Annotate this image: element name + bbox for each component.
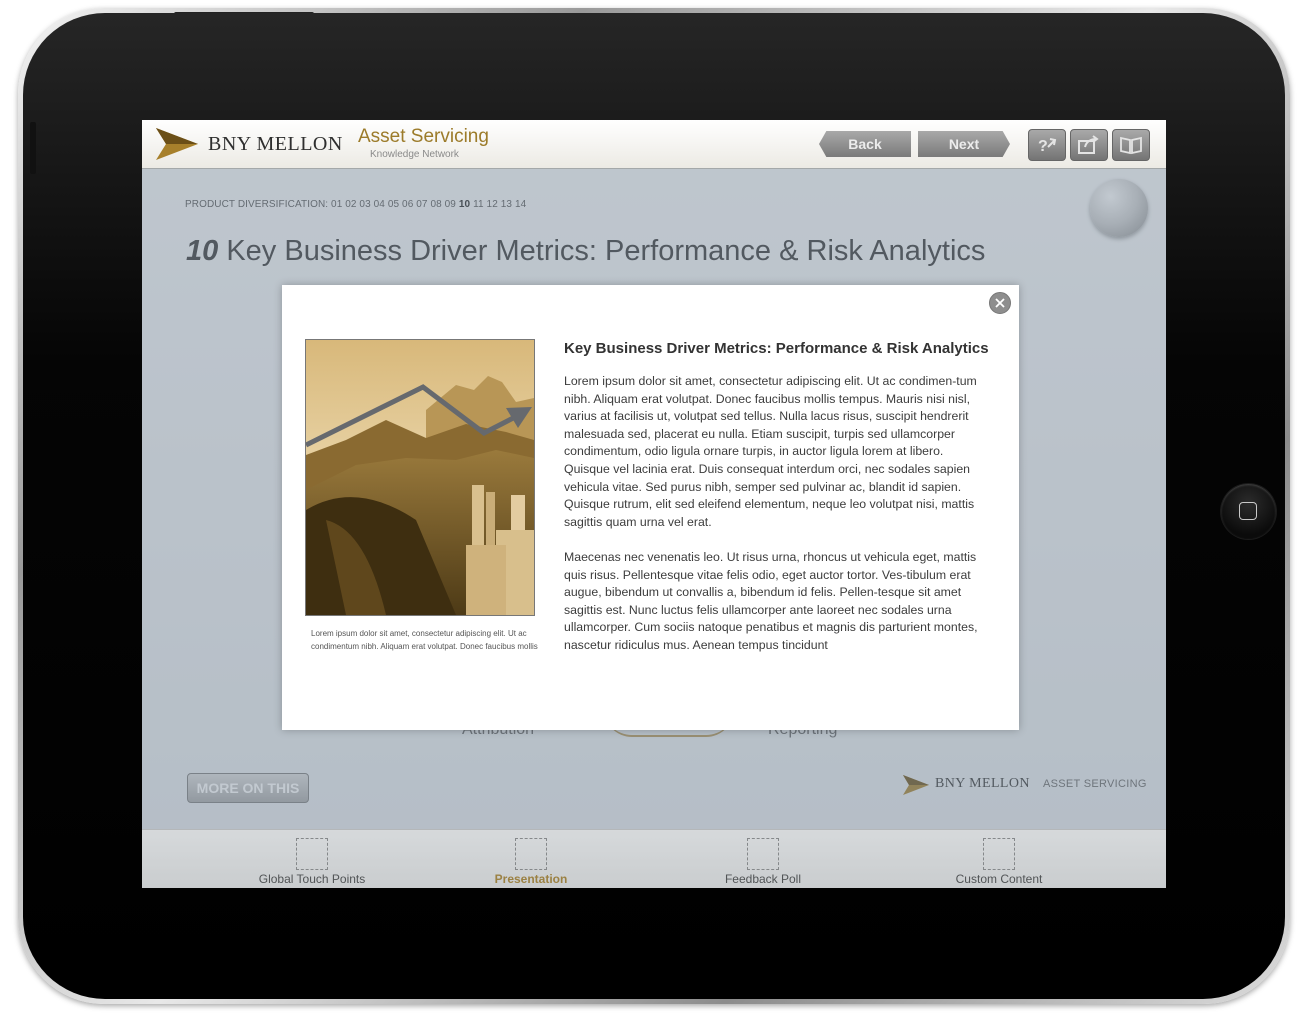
- home-button-icon: [1239, 502, 1257, 520]
- modal-title: Key Business Driver Metrics: Performance…: [564, 340, 989, 357]
- mute-switch: [30, 122, 36, 174]
- brand-subtitle: Asset Servicing: [358, 126, 489, 147]
- modal-photo: [305, 339, 535, 616]
- image-caption: Lorem ipsum dolor sit amet, consectetur …: [311, 629, 538, 651]
- close-icon: [995, 298, 1005, 308]
- library-button[interactable]: [1112, 129, 1150, 161]
- next-button[interactable]: Next: [918, 131, 1010, 157]
- back-button[interactable]: Back: [819, 131, 911, 157]
- app-screen: BNY MELLON Asset Servicing Knowledge Net…: [142, 120, 1166, 888]
- brand-name: BNY MELLON: [208, 133, 343, 155]
- close-button[interactable]: [989, 292, 1011, 314]
- help-button[interactable]: ?: [1028, 129, 1066, 161]
- mountain-chart-image: [306, 340, 534, 615]
- home-button[interactable]: [1221, 484, 1276, 539]
- modal-paragraph-1: Lorem ipsum dolor sit amet, consectetur …: [564, 374, 977, 529]
- svg-text:?: ?: [1038, 138, 1048, 155]
- tab-bar-overlay: [142, 829, 1166, 888]
- share-icon: [1078, 135, 1099, 154]
- info-modal: Lorem ipsum dolor sit amet, consectetur …: [282, 285, 1019, 730]
- brand-tagline: Knowledge Network: [370, 149, 459, 160]
- book-icon: [1120, 136, 1142, 155]
- app-header: BNY MELLON Asset Servicing Knowledge Net…: [142, 120, 1166, 169]
- share-button[interactable]: [1070, 129, 1108, 161]
- modal-paragraph-2: Maecenas nec venenatis leo. Ut risus urn…: [564, 549, 978, 652]
- bny-logo-icon: [156, 128, 198, 160]
- modal-body[interactable]: Lorem ipsum dolor sit amet, consectetur …: [564, 373, 984, 655]
- help-icon: ?: [1038, 138, 1057, 155]
